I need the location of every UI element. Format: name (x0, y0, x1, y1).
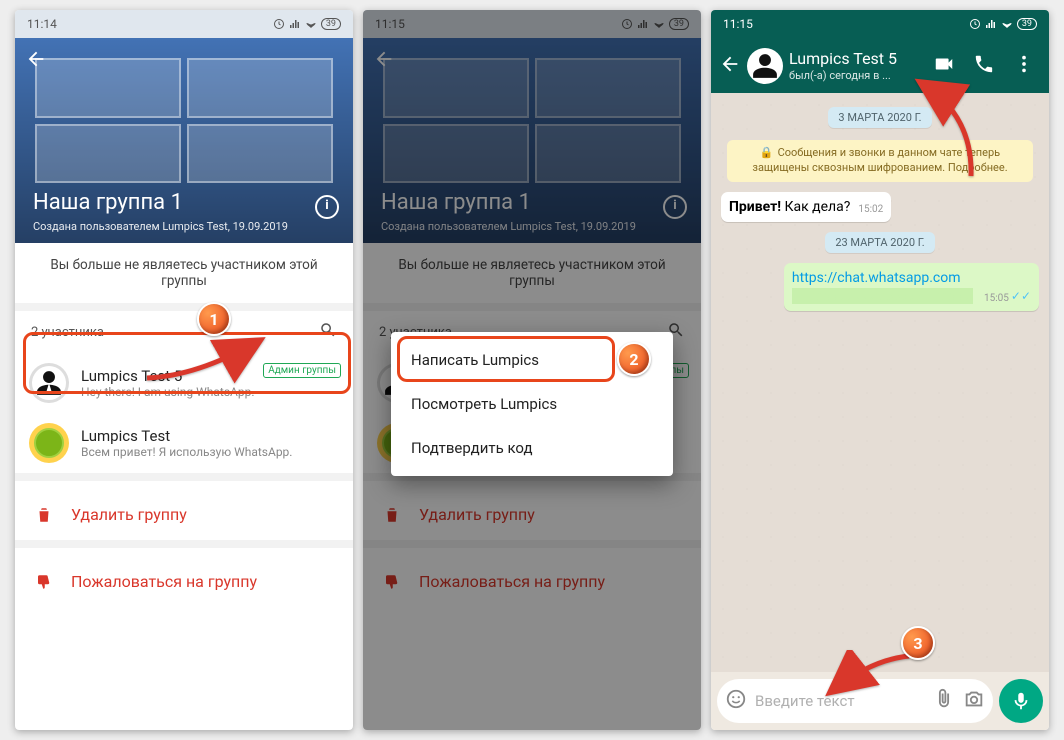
avatar-icon (29, 363, 69, 403)
mic-button[interactable] (999, 679, 1043, 723)
not-member-notice: Вы больше не являетесь участником этой г… (15, 243, 353, 303)
callout-marker-3: 3 (901, 626, 935, 660)
date-chip: 23 МАРТА 2020 Г. (825, 232, 934, 253)
read-ticks-icon: ✓✓ (1011, 289, 1031, 303)
member-status: Всем привет! Я использую WhatsApp. (81, 445, 339, 459)
member-name: Lumpics Test (81, 427, 339, 445)
status-icons: 39 (969, 18, 1037, 30)
status-icons: 39 (273, 18, 341, 30)
callout-marker-1: 1 (197, 302, 231, 336)
chat-title-block[interactable]: Lumpics Test 5 был(-а) сегодня в ... (789, 49, 921, 81)
status-bar: 11:15 39 (711, 10, 1049, 38)
callout-arrow (911, 76, 991, 190)
message-in[interactable]: Привет! Как дела?15:02 (721, 192, 891, 222)
chat-body[interactable]: 3 МАРТА 2020 Г. 🔒Сообщения и звонки в да… (711, 93, 1049, 672)
clock: 11:14 (27, 17, 57, 31)
search-icon[interactable] (319, 321, 337, 343)
more-icon[interactable] (1007, 53, 1041, 79)
screen-group-info: 11:14 39 Наша группа 1 Создана пользоват… (15, 10, 353, 730)
back-button[interactable] (25, 48, 47, 74)
attach-icon[interactable] (933, 688, 955, 714)
ctx-confirm[interactable]: Подтвердить код (391, 426, 673, 470)
clock: 11:15 (723, 17, 753, 31)
back-button[interactable] (719, 53, 741, 79)
screen-chat: 11:15 39 Lumpics Test 5 был(-а) сегодня … (711, 10, 1049, 730)
callout-arrow (821, 650, 921, 704)
group-hero: Наша группа 1 Создана пользователем Lump… (15, 38, 353, 243)
message-link[interactable]: https://chat.whatsapp.com (792, 270, 961, 286)
report-group-button[interactable]: Пожаловаться на группу (15, 556, 353, 607)
delete-group-button[interactable]: Удалить группу (15, 489, 353, 540)
group-created-label: Создана пользователем Lumpics Test, 19.0… (33, 220, 288, 233)
callout-marker-2: 2 (617, 342, 651, 376)
thumbs-down-icon (35, 573, 53, 591)
member-row[interactable]: Lumpics Test Всем привет! Я использую Wh… (15, 413, 353, 473)
status-bar: 11:14 39 (15, 10, 353, 38)
emoji-icon[interactable] (725, 688, 747, 714)
avatar-icon (29, 423, 69, 463)
info-icon[interactable]: i (315, 195, 339, 219)
message-out[interactable]: https://chat.whatsapp.com xxxxxxxxxxxxxx… (784, 263, 1039, 311)
chat-subtitle: был(-а) сегодня в ... (789, 69, 921, 82)
ctx-view[interactable]: Посмотреть Lumpics (391, 382, 673, 426)
video-call-icon[interactable] (927, 53, 961, 79)
avatar-icon[interactable] (747, 48, 783, 84)
trash-icon (35, 506, 53, 524)
chat-title: Lumpics Test 5 (789, 49, 921, 68)
callout-arrow (137, 328, 277, 392)
camera-icon[interactable] (963, 688, 985, 714)
chat-header: Lumpics Test 5 был(-а) сегодня в ... (711, 38, 1049, 93)
group-title: Наша группа 1 (33, 190, 183, 215)
screen-context-menu: 11:15 39 Наша группа 1 Создана пользоват… (363, 10, 701, 730)
voice-call-icon[interactable] (967, 53, 1001, 79)
lock-icon: 🔒 (760, 146, 774, 161)
